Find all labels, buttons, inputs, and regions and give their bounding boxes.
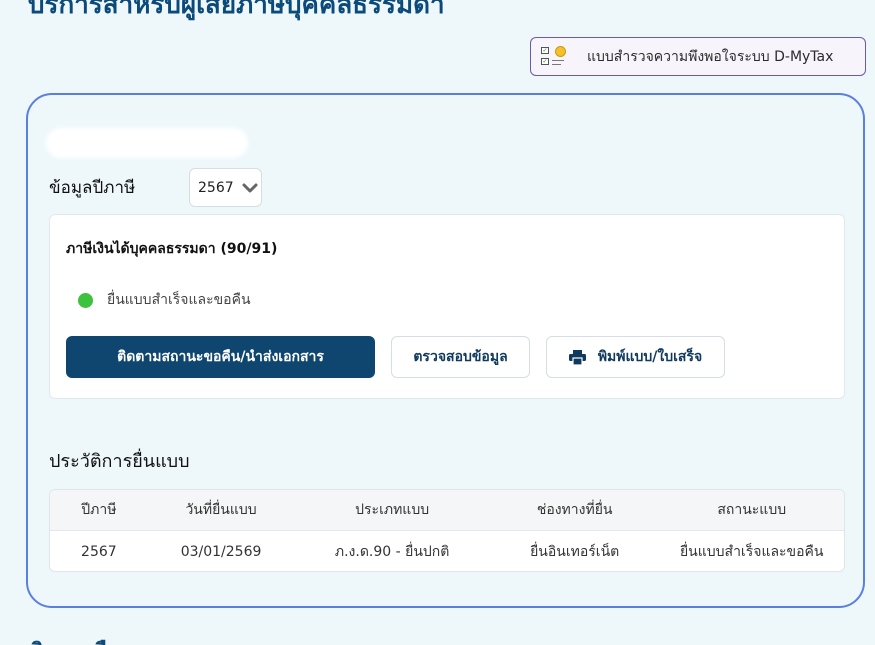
column-header-status: สถานะแบบ xyxy=(717,502,787,518)
cell-channel: ยื่นอินเทอร์เน็ต xyxy=(530,543,620,560)
verify-data-button[interactable]: ตรวจสอบข้อมูล xyxy=(391,336,530,378)
cell-filing-date: 03/01/2569 xyxy=(180,543,262,560)
status-text: ยื่นแบบสำเร็จและขอคืน xyxy=(107,292,251,308)
tax-year-select[interactable]: 2567 xyxy=(189,168,262,207)
column-header-filing-date: วันที่ยื่นแบบ xyxy=(185,502,257,518)
chevron-down-icon xyxy=(242,183,258,192)
table-row[interactable]: 2567 03/01/2569 ภ.ง.ด.90 - ยื่นปกติ ยื่น… xyxy=(50,531,844,571)
redacted-taxpayer-name xyxy=(46,128,248,158)
tax-year-row: ข้อมูลปีภาษี 2567 xyxy=(49,168,262,207)
tax-year-value: 2567 xyxy=(198,179,234,196)
cell-form-type: ภ.ง.ด.90 - ยื่นปกติ xyxy=(334,543,450,560)
status-indicator-dot xyxy=(78,292,93,308)
survey-icon: ✓ ✓ xyxy=(541,45,567,69)
table-header: ปีภาษี วันที่ยื่นแบบ ประเภทแบบ ช่องทางที… xyxy=(50,490,844,531)
satisfaction-survey-button[interactable]: ✓ ✓ แบบสำรวจความพึงพอใจระบบ D-MyTax xyxy=(530,37,866,76)
filing-history-table: ปีภาษี วันที่ยื่นแบบ ประเภทแบบ ช่องทางที… xyxy=(49,489,845,572)
tax-year-label: ข้อมูลปีภาษี xyxy=(49,178,136,198)
print-form-label: พิมพ์แบบ/ใบเสร็จ xyxy=(597,349,703,365)
next-section-title: ติดตามคืน xyxy=(30,634,120,645)
filing-status: ยื่นแบบสำเร็จและขอคืน xyxy=(78,289,251,311)
cell-tax-year: 2567 xyxy=(81,543,117,560)
column-header-form-type: ประเภทแบบ xyxy=(355,502,430,518)
print-form-button[interactable]: พิมพ์แบบ/ใบเสร็จ xyxy=(546,336,725,378)
taxpayer-card: ข้อมูลปีภาษี 2567 ภาษีเงินได้บุคคลธรรมดา… xyxy=(26,93,865,608)
page-title: บริการสำหรับผู้เสียภาษีบุคคลธรรมดา xyxy=(28,0,445,20)
track-refund-button[interactable]: ติดตามสถานะขอคืน/นำส่งเอกสาร xyxy=(66,336,375,378)
cell-status: ยื่นแบบสำเร็จและขอคืน xyxy=(679,543,824,560)
printer-icon xyxy=(568,349,586,365)
income-tax-card: ภาษีเงินได้บุคคลธรรมดา (90/91) ยื่นแบบสำ… xyxy=(49,214,845,399)
survey-label: แบบสำรวจความพึงพอใจระบบ D-MyTax xyxy=(587,48,834,65)
tax-form-title: ภาษีเงินได้บุคคลธรรมดา (90/91) xyxy=(66,241,278,257)
column-header-channel: ช่องทางที่ยื่น xyxy=(536,502,613,518)
filing-history-title: ประวัติการยื่นแบบ xyxy=(49,451,190,472)
column-header-tax-year: ปีภาษี xyxy=(81,502,117,518)
